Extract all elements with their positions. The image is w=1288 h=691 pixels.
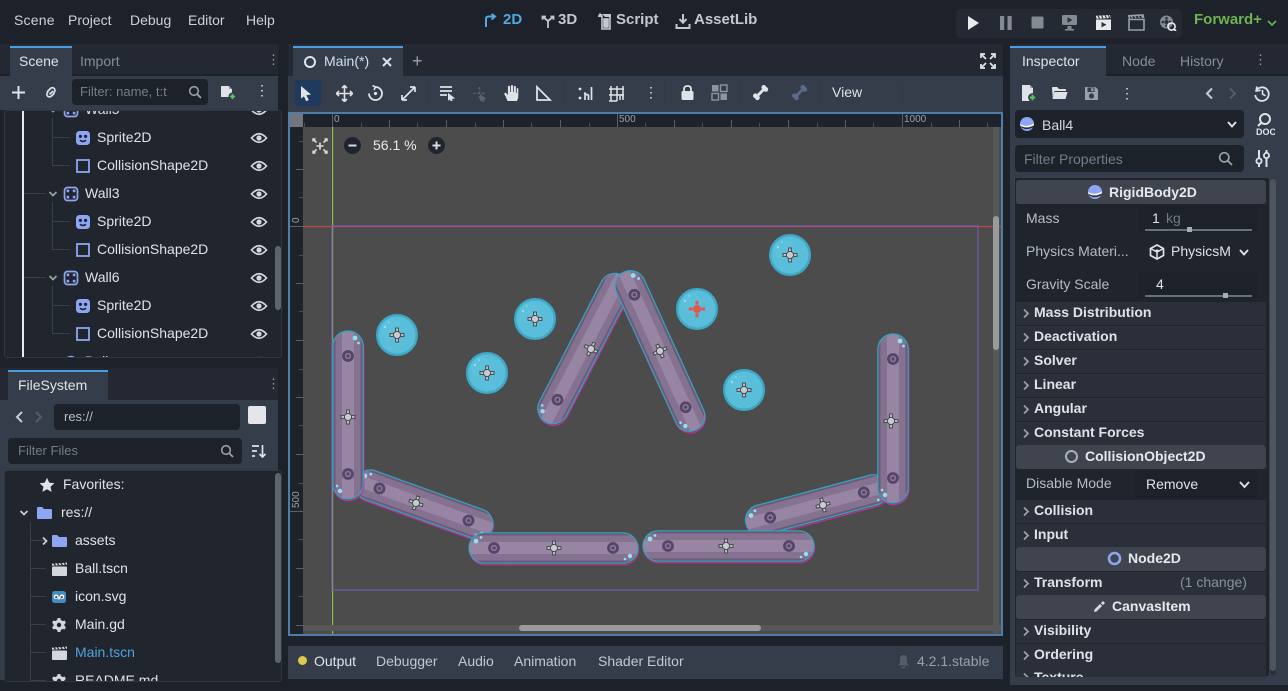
svg-text:DOC: DOC [1256, 127, 1275, 137]
